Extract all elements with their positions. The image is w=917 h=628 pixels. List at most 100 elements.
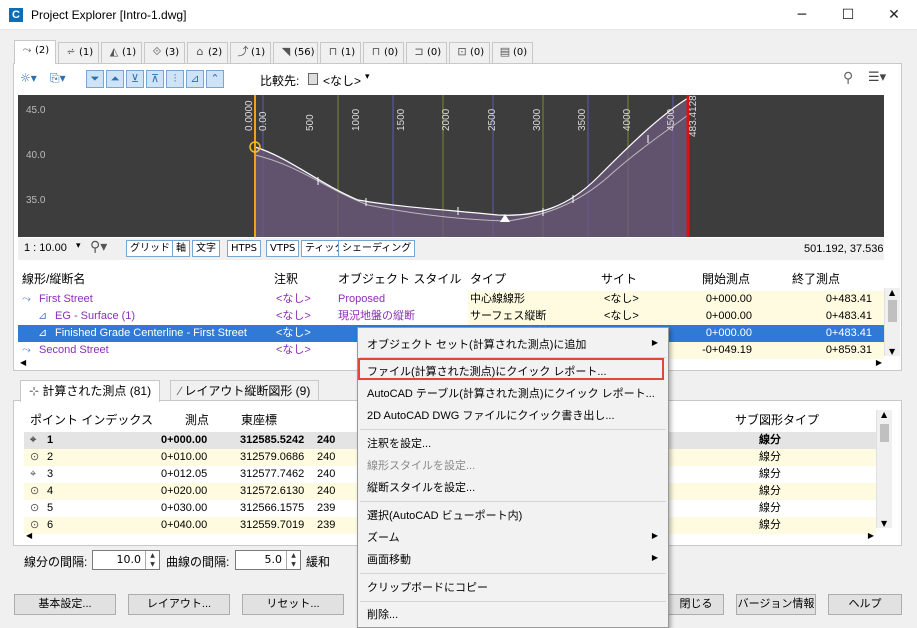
point-easting: 312566.1575 [240, 502, 305, 514]
tab-pipe[interactable]: ◥ (56) [273, 42, 318, 64]
help-button[interactable]: ヘルプ [828, 594, 902, 615]
col-start[interactable]: 開始測点 [702, 270, 750, 287]
col-note[interactable]: 注釈 [274, 270, 298, 287]
station-label: 500 [305, 114, 316, 131]
tab-count: (1) [251, 47, 266, 58]
point-station: 0+000.00 [161, 434, 208, 446]
col-subtype[interactable]: サブ図形タイプ [735, 411, 819, 428]
row-name: Second Street [39, 344, 109, 356]
tab-alignment[interactable]: ⤳ (2) [14, 40, 56, 64]
tab-parcel[interactable]: ⊡ (0) [449, 42, 490, 64]
col-station[interactable]: 測点 [185, 411, 209, 428]
profile-view-2-icon[interactable]: ⏶ [106, 70, 124, 88]
compare-chevron-down-icon[interactable]: ▾ [365, 72, 370, 82]
profile-view-3-icon[interactable]: ⊻ [126, 70, 144, 88]
profile-view-1-icon[interactable]: ⏷ [86, 70, 104, 88]
col-style[interactable]: オブジェクト スタイル [338, 270, 461, 287]
menu-item-10[interactable]: クリップボードにコピー [367, 579, 488, 595]
scale-dropdown[interactable]: 1 : 10.00 [24, 242, 67, 254]
plot-toggle-4[interactable]: VTPS [266, 240, 300, 257]
close-dialog-button[interactable]: 閉じる [668, 594, 724, 615]
grid-row[interactable]: ⊿ EG - Surface (1) <なし> 現況地盤の縦断 サーフェス縦断 <なし> 0… [18, 308, 884, 325]
pipe-icon: ◥ [281, 45, 291, 58]
col-end[interactable]: 終了測点 [792, 270, 840, 287]
add-profile-icon[interactable]: ⎘▾ [50, 71, 66, 86]
plot-toggle-1[interactable]: 軸 [172, 240, 190, 257]
version-info-button[interactable]: バージョン情報 [736, 594, 816, 615]
curve-spacing-input[interactable]: 5.0 ▲ ▼ [235, 550, 301, 570]
zoom-icon[interactable]: ⚲▾ [90, 239, 107, 255]
tab-structure[interactable]: ⊓ (1) [320, 42, 361, 64]
menu-item-11[interactable]: 削除... [367, 606, 398, 622]
col-easting[interactable]: 東座標 [241, 411, 277, 428]
grid-header: 線形/縦断名 注釈 オブジェクト スタイル タイプ サイト 開始測点 終了測点 [18, 267, 884, 287]
col-site[interactable]: サイト [601, 270, 637, 287]
maximize-button[interactable]: ☐ [825, 0, 871, 30]
profile-plot[interactable]: 45.0 40.0 35.0 0.0000 0.00 500 1000 1500 2000… [18, 95, 884, 237]
row-style: Proposed [338, 293, 386, 305]
profile-view-5-icon[interactable]: ⫶ [166, 70, 184, 88]
compare-dropdown[interactable]: <なし> [323, 72, 361, 89]
profile-toolbar: ☼▾ ⎘▾ ⏷ ⏶ ⊻ ⊼ ⫶ ⊿ ⌃ 比較先: <なし> ▾ ⚲ ☰▾ [20, 70, 886, 90]
point-station: 0+030.00 [161, 502, 208, 514]
menu-separator [360, 429, 666, 430]
tab-report[interactable]: ▤ (0) [492, 42, 533, 64]
computed-points-icon: ⊹ [29, 384, 43, 398]
tab-layout-entities[interactable]: ∕ レイアウト縦断図形 (9) [170, 380, 320, 401]
layout-button[interactable]: レイアウト... [128, 594, 230, 615]
crosshair-icon: ⌖ [30, 468, 37, 480]
basic-settings-button[interactable]: 基本設定... [14, 594, 116, 615]
col-type[interactable]: タイプ [470, 270, 506, 287]
search-icon[interactable]: ⚲ [843, 70, 853, 86]
menu-item-8[interactable]: ズーム [367, 529, 400, 545]
col-point-index[interactable]: ポイント インデックス [30, 411, 153, 428]
profile-view-6-icon[interactable]: ⊿ [186, 70, 204, 88]
row-name: EG - Surface (1) [55, 310, 136, 322]
list-view-icon[interactable]: ☰▾ [868, 70, 886, 85]
col-name[interactable]: 線形/縦断名 [22, 270, 85, 287]
minimize-button[interactable]: ─ [779, 0, 825, 30]
reset-button[interactable]: リセット... [242, 594, 344, 615]
add-point-icon[interactable]: ☼▾ [20, 71, 37, 85]
profile-view-4-icon[interactable]: ⊼ [146, 70, 164, 88]
menu-item-6[interactable]: 縦断スタイルを設定... [367, 479, 475, 495]
menu-item-0[interactable]: オブジェクト セット(計算された測点)に追加 [367, 336, 586, 352]
plot-toggle-2[interactable]: 文字 [192, 240, 220, 257]
plot-toggle-3[interactable]: HTPS [227, 240, 262, 257]
profile-view-7-icon[interactable]: ⌃ [206, 70, 224, 88]
tab-site[interactable]: ⌂ (2) [187, 42, 228, 64]
line-spacing-value: 10.0 [116, 553, 142, 566]
tab-section[interactable]: ⊐ (0) [406, 42, 447, 64]
corridor-icon: ⟐ [152, 45, 162, 58]
row-note: <なし> [276, 344, 311, 356]
point-index: 5 [47, 502, 54, 514]
line-spacing-stepper[interactable]: ▲ ▼ [145, 551, 159, 569]
point-index: 2 [47, 451, 54, 463]
title-bar: C Project Explorer [Intro-1.dwg] ─ ☐ ✕ [0, 0, 917, 30]
cursor-coordinates: 501.192, 37.536 [804, 243, 884, 255]
tab-corridor[interactable]: ⟐ (3) [144, 42, 185, 64]
menu-item-4[interactable]: 注釈を設定... [367, 435, 431, 451]
tab-bridge[interactable]: ⩫ (1) [58, 42, 99, 64]
scale-chevron-down-icon[interactable]: ▾ [76, 241, 81, 251]
points-scrollbar[interactable]: ▲ ▼ [876, 410, 892, 528]
point-subtype: 線分 [759, 451, 781, 463]
tab-pressure[interactable]: ⊓ (0) [363, 42, 404, 64]
tab-road[interactable]: ◭ (1) [101, 42, 142, 64]
plot-toggle-6[interactable]: シェーディング [338, 240, 416, 257]
menu-item-3[interactable]: 2D AutoCAD DWG ファイルにクイック書き出し... [367, 407, 615, 423]
plot-toggle-0[interactable]: グリッド [126, 240, 174, 257]
menu-item-2[interactable]: AutoCAD テーブル(計算された測点)にクイック レポート... [367, 385, 655, 401]
grid-row[interactable]: ⤳ First Street <なし> Proposed 中心線線形 <なし> 0+000.… [18, 291, 884, 308]
station-label: 2500 [487, 108, 498, 131]
point-northing: 240 [317, 468, 336, 480]
tab-computed-points-label: 計算された測点 (81) [42, 384, 152, 398]
menu-item-7[interactable]: 選択(AutoCAD ビューポート内) [367, 507, 522, 523]
line-spacing-input[interactable]: 10.0 ▲ ▼ [92, 550, 160, 570]
close-button[interactable]: ✕ [871, 0, 917, 30]
grid-scrollbar[interactable]: ▲ ▼ [884, 288, 900, 356]
menu-item-9[interactable]: 画面移動 [367, 551, 411, 567]
tab-computed-points[interactable]: ⊹ 計算された測点 (81) [20, 380, 161, 402]
curve-spacing-stepper[interactable]: ▲ ▼ [286, 551, 300, 569]
tab-feature-line[interactable]: ⤴ (1) [230, 42, 271, 64]
